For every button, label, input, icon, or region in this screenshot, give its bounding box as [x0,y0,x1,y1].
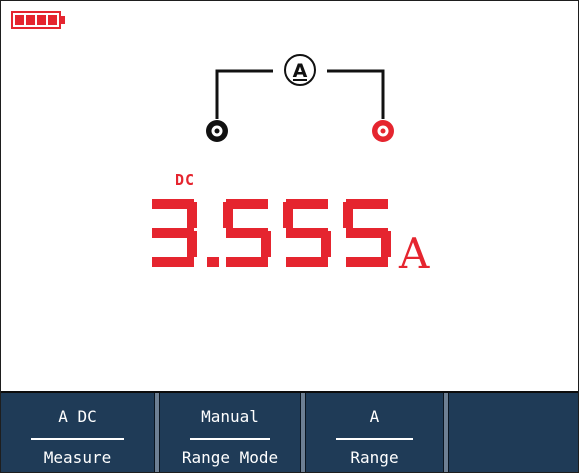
softkey-range-mode-label: Range Mode [181,448,279,467]
softkey-bar: A DC Measure Manual Range Mode A Range [1,391,578,472]
red-jack-icon [372,120,394,142]
probe-wire-right [327,69,385,119]
softkey-measure[interactable]: A DC Measure [1,393,154,472]
ammeter-icon: A [284,54,316,86]
meter-screen: A DC A A DC Measure Manual Range Mode A … [0,0,579,473]
digit-segment [321,231,331,257]
digit-segment [187,202,197,228]
black-jack-icon [206,120,228,142]
divider [31,438,124,440]
divider [336,438,413,440]
digit-segment [261,231,271,257]
reading-unit: A [398,229,430,271]
digit-segment [152,257,194,267]
softkey-range-label: Range [350,448,399,467]
digit-segment [343,202,353,228]
measurement-reading: A [152,199,430,271]
digit-segment [187,231,197,257]
digit-segment [283,202,293,228]
probe-connection-diagram: A [206,54,394,142]
softkey-measure-label: Measure [43,448,112,467]
softkey-range[interactable]: A Range [306,393,443,472]
coupling-indicator: DC [175,171,196,189]
divider [190,438,270,440]
digit-segment [346,257,388,267]
digit-segment [207,257,219,267]
probe-wire-left [215,69,273,119]
softkey-range-value: A [369,407,380,426]
digit-segment [226,257,268,267]
softkey-range-mode-value: Manual [201,407,259,426]
ammeter-symbol: A [293,60,308,82]
softkey-range-mode[interactable]: Manual Range Mode [160,393,300,472]
softkey-empty[interactable] [449,393,578,472]
digit-segment [223,202,233,228]
digit-segment [381,231,391,257]
reading-digits [152,199,391,267]
digit-segment [286,257,328,267]
softkey-measure-value: A DC [58,407,97,426]
